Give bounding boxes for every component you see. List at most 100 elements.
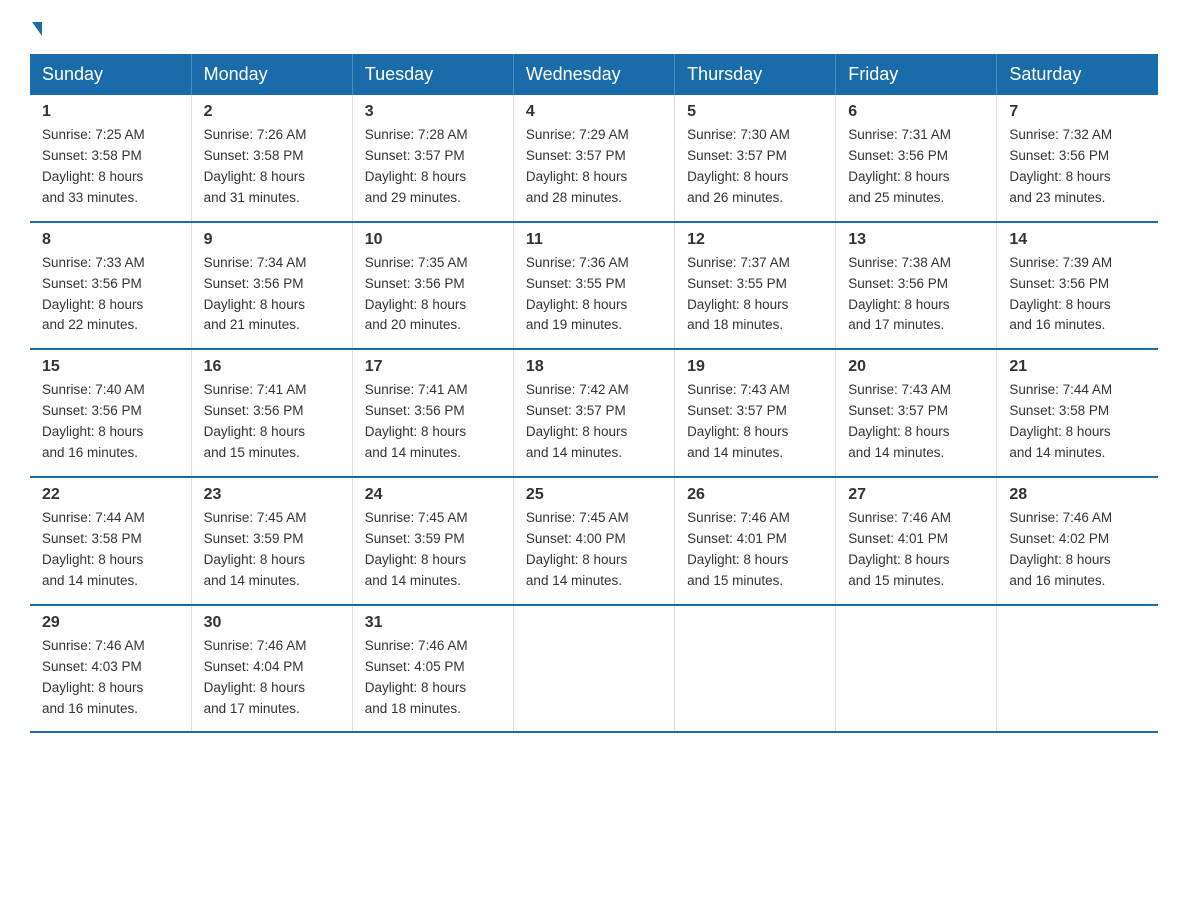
day-info: Sunrise: 7:42 AMSunset: 3:57 PMDaylight:… — [526, 380, 662, 464]
day-number: 25 — [526, 486, 662, 504]
weekday-header-tuesday: Tuesday — [352, 54, 513, 95]
calendar-cell: 18 Sunrise: 7:42 AMSunset: 3:57 PMDayligh… — [513, 349, 674, 477]
calendar-cell: 14Sunrise: 7:39 AMSunset: 3:56 PMDayligh… — [997, 222, 1158, 350]
calendar-cell — [997, 605, 1158, 733]
day-info: Sunrise: 7:29 AMSunset: 3:57 PMDaylight:… — [526, 125, 662, 209]
calendar-cell: 4 Sunrise: 7:29 AMSunset: 3:57 PMDaylight… — [513, 95, 674, 222]
day-info: Sunrise: 7:46 AMSunset: 4:02 PMDaylight:… — [1009, 508, 1146, 592]
calendar-cell — [513, 605, 674, 733]
weekday-header-row: SundayMondayTuesdayWednesdayThursdayFrid… — [30, 54, 1158, 95]
day-number: 6 — [848, 103, 984, 121]
weekday-header-saturday: Saturday — [997, 54, 1158, 95]
calendar-cell: 9Sunrise: 7:34 AMSunset: 3:56 PMDaylight… — [191, 222, 352, 350]
day-info: Sunrise: 7:46 AMSunset: 4:01 PMDaylight:… — [848, 508, 984, 592]
calendar-cell — [675, 605, 836, 733]
day-info: Sunrise: 7:33 AMSunset: 3:56 PMDaylight:… — [42, 253, 179, 337]
calendar-cell: 16 Sunrise: 7:41 AMSunset: 3:56 PMDayligh… — [191, 349, 352, 477]
day-number: 14 — [1009, 231, 1146, 249]
day-number: 1 — [42, 103, 179, 121]
day-info: Sunrise: 7:45 AMSunset: 3:59 PMDaylight:… — [365, 508, 501, 592]
day-info: Sunrise: 7:30 AMSunset: 3:57 PMDaylight:… — [687, 125, 823, 209]
calendar-cell: 30 Sunrise: 7:46 AMSunset: 4:04 PMDayligh… — [191, 605, 352, 733]
day-number: 20 — [848, 358, 984, 376]
weekday-header-sunday: Sunday — [30, 54, 191, 95]
day-number: 16 — [204, 358, 340, 376]
day-number: 8 — [42, 231, 179, 249]
calendar-cell: 29 Sunrise: 7:46 AMSunset: 4:03 PMDayligh… — [30, 605, 191, 733]
day-number: 23 — [204, 486, 340, 504]
calendar-cell: 23Sunrise: 7:45 AMSunset: 3:59 PMDayligh… — [191, 477, 352, 605]
calendar-cell: 17 Sunrise: 7:41 AMSunset: 3:56 PMDayligh… — [352, 349, 513, 477]
logo — [30, 20, 44, 34]
day-number: 12 — [687, 231, 823, 249]
day-info: Sunrise: 7:25 AMSunset: 3:58 PMDaylight:… — [42, 125, 179, 209]
day-info: Sunrise: 7:46 AMSunset: 4:05 PMDaylight:… — [365, 636, 501, 720]
day-info: Sunrise: 7:46 AMSunset: 4:03 PMDaylight:… — [42, 636, 179, 720]
day-number: 30 — [204, 614, 340, 632]
logo-triangle-icon — [32, 22, 42, 36]
day-info: Sunrise: 7:38 AMSunset: 3:56 PMDaylight:… — [848, 253, 984, 337]
day-info: Sunrise: 7:37 AMSunset: 3:55 PMDaylight:… — [687, 253, 823, 337]
calendar-cell: 19Sunrise: 7:43 AMSunset: 3:57 PMDayligh… — [675, 349, 836, 477]
day-info: Sunrise: 7:28 AMSunset: 3:57 PMDaylight:… — [365, 125, 501, 209]
day-number: 11 — [526, 231, 662, 249]
calendar-week-row: 22 Sunrise: 7:44 AMSunset: 3:58 PMDayligh… — [30, 477, 1158, 605]
day-info: Sunrise: 7:44 AMSunset: 3:58 PMDaylight:… — [1009, 380, 1146, 464]
day-number: 5 — [687, 103, 823, 121]
day-number: 28 — [1009, 486, 1146, 504]
day-info: Sunrise: 7:43 AMSunset: 3:57 PMDaylight:… — [848, 380, 984, 464]
day-number: 27 — [848, 486, 984, 504]
day-number: 31 — [365, 614, 501, 632]
day-info: Sunrise: 7:40 AMSunset: 3:56 PMDaylight:… — [42, 380, 179, 464]
day-number: 3 — [365, 103, 501, 121]
calendar-cell — [836, 605, 997, 733]
day-number: 4 — [526, 103, 662, 121]
day-number: 19 — [687, 358, 823, 376]
calendar-cell: 31 Sunrise: 7:46 AMSunset: 4:05 PMDayligh… — [352, 605, 513, 733]
day-number: 26 — [687, 486, 823, 504]
day-info: Sunrise: 7:41 AMSunset: 3:56 PMDaylight:… — [204, 380, 340, 464]
day-info: Sunrise: 7:36 AMSunset: 3:55 PMDaylight:… — [526, 253, 662, 337]
calendar-cell: 26 Sunrise: 7:46 AMSunset: 4:01 PMDayligh… — [675, 477, 836, 605]
day-number: 13 — [848, 231, 984, 249]
calendar-cell: 25 Sunrise: 7:45 AMSunset: 4:00 PMDayligh… — [513, 477, 674, 605]
calendar-cell: 11 Sunrise: 7:36 AMSunset: 3:55 PMDayligh… — [513, 222, 674, 350]
weekday-header-friday: Friday — [836, 54, 997, 95]
calendar-cell: 6 Sunrise: 7:31 AMSunset: 3:56 PMDaylight… — [836, 95, 997, 222]
day-info: Sunrise: 7:44 AMSunset: 3:58 PMDaylight:… — [42, 508, 179, 592]
calendar-cell: 12 Sunrise: 7:37 AMSunset: 3:55 PMDayligh… — [675, 222, 836, 350]
day-info: Sunrise: 7:41 AMSunset: 3:56 PMDaylight:… — [365, 380, 501, 464]
calendar-cell: 7Sunrise: 7:32 AMSunset: 3:56 PMDaylight… — [997, 95, 1158, 222]
day-info: Sunrise: 7:46 AMSunset: 4:04 PMDaylight:… — [204, 636, 340, 720]
day-number: 10 — [365, 231, 501, 249]
day-info: Sunrise: 7:31 AMSunset: 3:56 PMDaylight:… — [848, 125, 984, 209]
day-number: 15 — [42, 358, 179, 376]
day-number: 17 — [365, 358, 501, 376]
day-info: Sunrise: 7:46 AMSunset: 4:01 PMDaylight:… — [687, 508, 823, 592]
calendar-cell: 5 Sunrise: 7:30 AMSunset: 3:57 PMDaylight… — [675, 95, 836, 222]
day-number: 18 — [526, 358, 662, 376]
calendar-cell: 3 Sunrise: 7:28 AMSunset: 3:57 PMDaylight… — [352, 95, 513, 222]
day-info: Sunrise: 7:45 AMSunset: 4:00 PMDaylight:… — [526, 508, 662, 592]
weekday-header-wednesday: Wednesday — [513, 54, 674, 95]
calendar-week-row: 15 Sunrise: 7:40 AMSunset: 3:56 PMDayligh… — [30, 349, 1158, 477]
calendar-cell: 2Sunrise: 7:26 AMSunset: 3:58 PMDaylight… — [191, 95, 352, 222]
calendar-cell: 24 Sunrise: 7:45 AMSunset: 3:59 PMDayligh… — [352, 477, 513, 605]
calendar-week-row: 8 Sunrise: 7:33 AMSunset: 3:56 PMDaylight… — [30, 222, 1158, 350]
calendar-cell: 28 Sunrise: 7:46 AMSunset: 4:02 PMDayligh… — [997, 477, 1158, 605]
calendar-cell: 8 Sunrise: 7:33 AMSunset: 3:56 PMDaylight… — [30, 222, 191, 350]
calendar-cell: 20 Sunrise: 7:43 AMSunset: 3:57 PMDayligh… — [836, 349, 997, 477]
day-number: 21 — [1009, 358, 1146, 376]
calendar-cell: 15 Sunrise: 7:40 AMSunset: 3:56 PMDayligh… — [30, 349, 191, 477]
calendar-cell: 21 Sunrise: 7:44 AMSunset: 3:58 PMDayligh… — [997, 349, 1158, 477]
calendar-week-row: 1 Sunrise: 7:25 AMSunset: 3:58 PMDaylight… — [30, 95, 1158, 222]
weekday-header-monday: Monday — [191, 54, 352, 95]
day-info: Sunrise: 7:26 AMSunset: 3:58 PMDaylight:… — [204, 125, 340, 209]
weekday-header-thursday: Thursday — [675, 54, 836, 95]
day-number: 24 — [365, 486, 501, 504]
day-number: 22 — [42, 486, 179, 504]
day-number: 29 — [42, 614, 179, 632]
day-info: Sunrise: 7:32 AMSunset: 3:56 PMDaylight:… — [1009, 125, 1146, 209]
calendar-cell: 10Sunrise: 7:35 AMSunset: 3:56 PMDayligh… — [352, 222, 513, 350]
page-header — [30, 20, 1158, 34]
